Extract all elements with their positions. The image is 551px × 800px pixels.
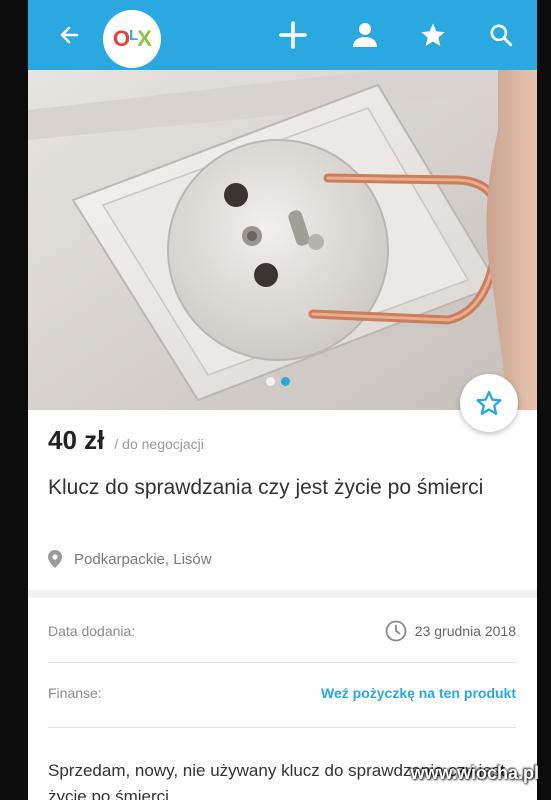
- date-added-label: Data dodania:: [48, 623, 136, 639]
- price-row: 40 zł / do negocjacji: [48, 425, 204, 456]
- gallery-indicator: [266, 377, 290, 386]
- section-divider: [28, 590, 537, 598]
- listing-photo[interactable]: [28, 70, 537, 410]
- user-icon[interactable]: [346, 16, 384, 54]
- finance-label: Finanse:: [48, 685, 102, 701]
- listing-title: Klucz do sprawdzania czy jest życie po ś…: [48, 476, 484, 499]
- logo-letter-o: O: [113, 26, 130, 51]
- search-icon[interactable]: [482, 16, 520, 54]
- location-pin-icon: [48, 550, 62, 568]
- loan-link[interactable]: Weź pożyczkę na ten produkt: [321, 685, 516, 701]
- location[interactable]: Podkarpackie, Lisów: [48, 550, 212, 568]
- logo-letter-x: X: [137, 26, 152, 51]
- price: 40 zł: [48, 425, 105, 455]
- divider: [48, 662, 516, 663]
- watermark: www.wiocha.pl: [410, 763, 539, 783]
- gallery-dot-active[interactable]: [281, 377, 290, 386]
- olx-logo[interactable]: OLX: [103, 10, 161, 68]
- location-text: Podkarpackie, Lisów: [74, 550, 212, 568]
- screen: OLX 40 zł / do negocjacji Klucz do spraw…: [28, 0, 537, 800]
- app-bar: OLX: [28, 0, 537, 70]
- negotiable-label: / do negocjacji: [114, 436, 204, 452]
- favorite-button[interactable]: [460, 374, 518, 432]
- star-outline-icon: [476, 390, 502, 416]
- star-icon[interactable]: [414, 16, 452, 54]
- logo-letter-l: L: [129, 26, 138, 44]
- date-added-row: Data dodania: 23 grudnia 2018: [48, 620, 516, 642]
- clock-icon: [385, 620, 407, 642]
- finance-row: Finanse: Weź pożyczkę na ten produkt: [48, 685, 516, 701]
- divider: [48, 727, 516, 728]
- plus-icon[interactable]: [274, 16, 312, 54]
- back-arrow-icon[interactable]: [50, 16, 88, 54]
- phone-frame-left: [0, 0, 28, 800]
- phone-frame-right: [537, 0, 551, 800]
- date-added-value: 23 grudnia 2018: [414, 623, 516, 639]
- gallery-dot[interactable]: [266, 377, 275, 386]
- date-added-value-wrap: 23 grudnia 2018: [385, 620, 516, 642]
